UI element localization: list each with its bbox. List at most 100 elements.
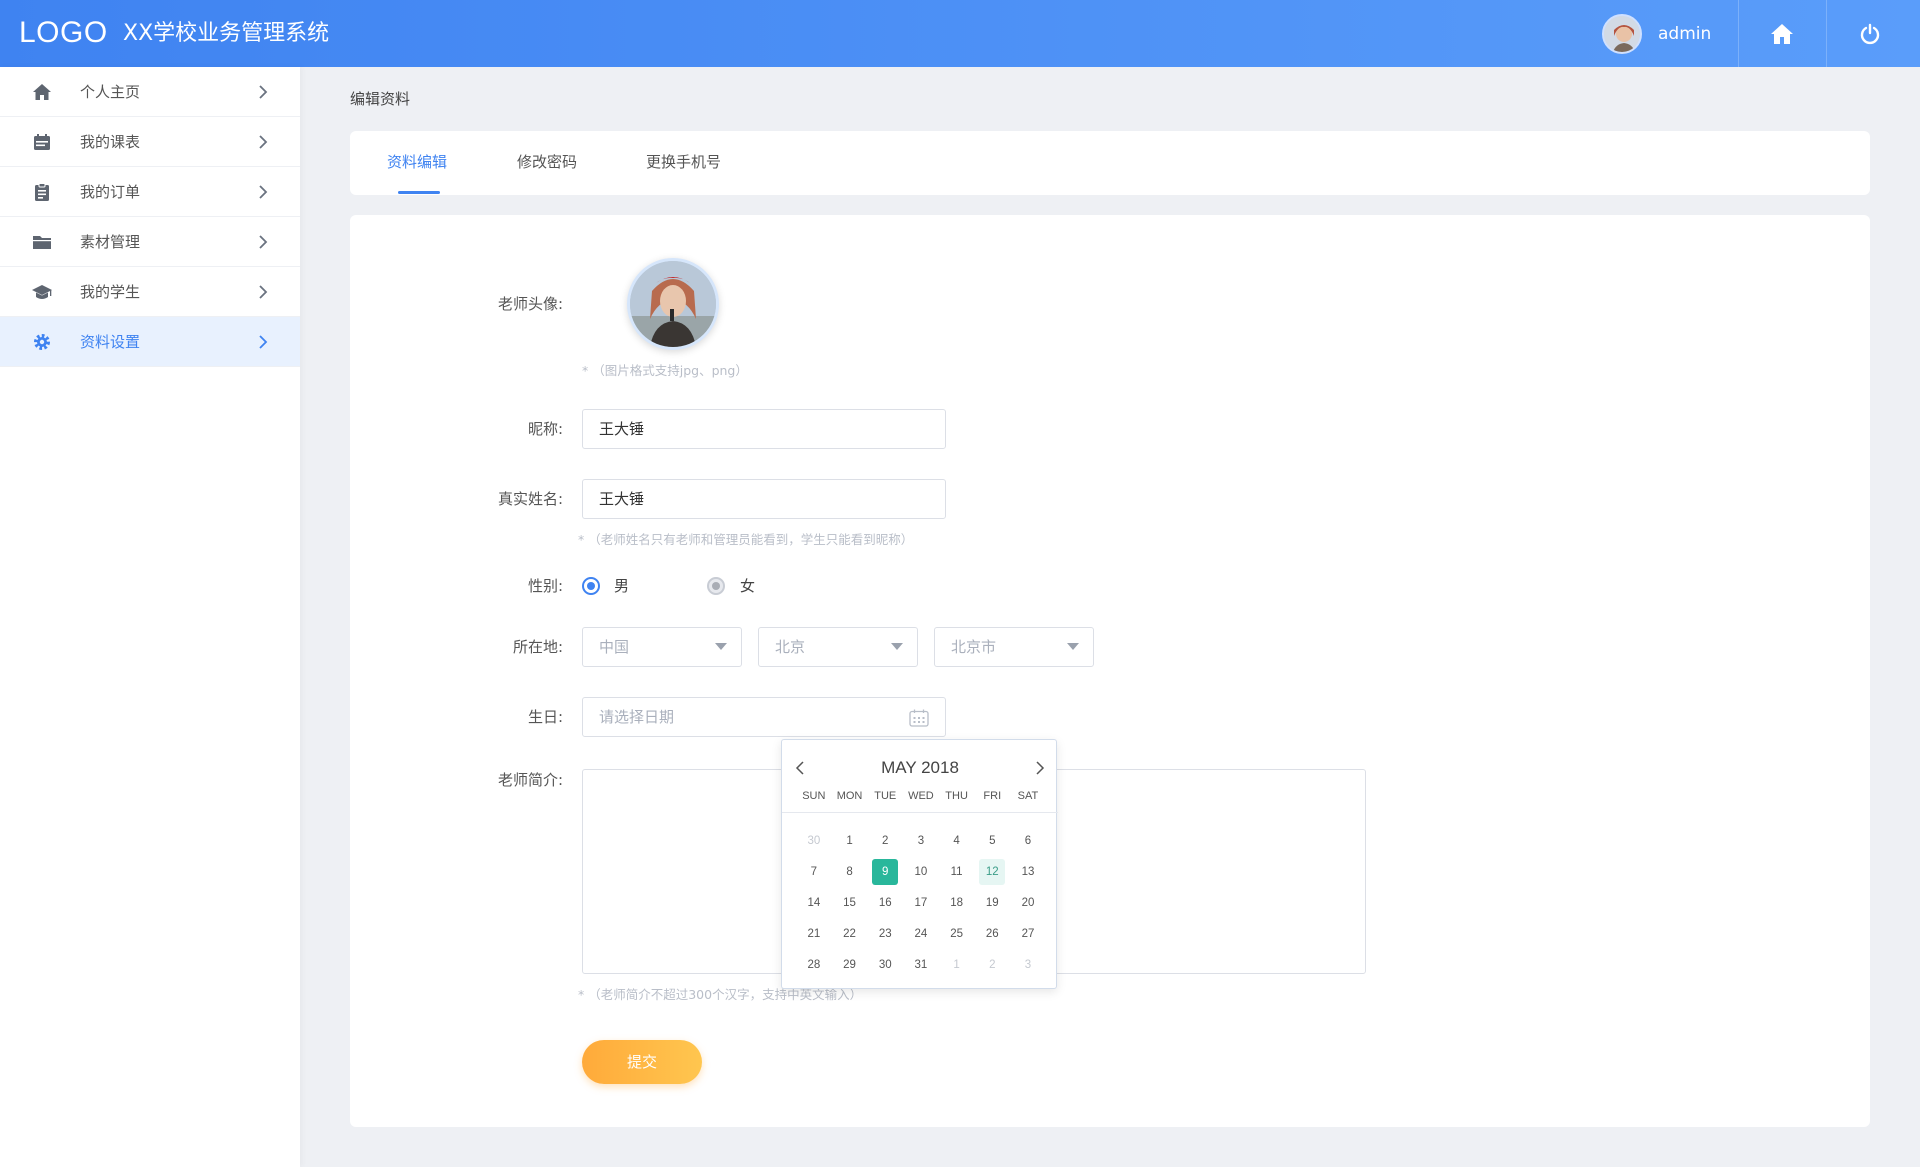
user-avatar[interactable] bbox=[1602, 14, 1642, 54]
chevron-right-icon bbox=[259, 185, 268, 199]
calendar-day-number: 31 bbox=[914, 958, 928, 971]
nickname-input[interactable]: 王大锤 bbox=[582, 409, 946, 449]
calendar-day-grid: 30 1 2 3 4 5 6 7 8 9 10 11 12 13 14 15 16 17 18 19 20 21 22 23 2… bbox=[796, 825, 1046, 980]
sidebar-item-profile-settings[interactable]: 资料设置 bbox=[0, 317, 300, 367]
city-select[interactable]: 北京市 bbox=[934, 627, 1094, 667]
province-select[interactable]: 北京 bbox=[758, 627, 918, 667]
calendar-day[interactable]: 20 bbox=[1010, 890, 1046, 916]
calendar-day[interactable]: 26 bbox=[974, 921, 1010, 947]
calendar-day-selected[interactable]: 9 bbox=[867, 858, 903, 885]
top-bar: LOGO XX学校业务管理系统 admin bbox=[0, 0, 1920, 67]
calendar-day[interactable]: 22 bbox=[832, 921, 868, 947]
calendar-day-number: 23 bbox=[878, 927, 892, 940]
date-picker-popup: MAY 2018 SUN MON TUE WED THU FRI SAT 30 1 2 3 4 5 6 7… bbox=[781, 739, 1058, 989]
calendar-day[interactable]: 28 bbox=[796, 952, 832, 978]
sidebar-item-label: 我的学生 bbox=[80, 283, 141, 301]
calendar-weekday-header: SUN MON TUE WED THU FRI SAT bbox=[796, 790, 1046, 802]
realname-input[interactable]: 王大锤 bbox=[582, 479, 946, 519]
country-value: 中国 bbox=[599, 638, 630, 656]
tab-change-phone[interactable]: 更换手机号 bbox=[646, 151, 721, 173]
sidebar-item-orders[interactable]: 我的订单 bbox=[0, 167, 300, 217]
calendar-day[interactable]: 19 bbox=[974, 890, 1010, 916]
calendar-day[interactable]: 2 bbox=[867, 828, 903, 854]
gear-icon bbox=[34, 334, 50, 350]
calendar-day[interactable]: 8 bbox=[832, 859, 868, 885]
calendar-day-number: 17 bbox=[914, 896, 928, 909]
calendar-day[interactable]: 23 bbox=[867, 921, 903, 947]
gender-female-label[interactable]: 女 bbox=[740, 575, 755, 597]
user-name[interactable]: admin bbox=[1658, 24, 1711, 44]
logout-button[interactable] bbox=[1826, 0, 1913, 67]
weekday-label: SAT bbox=[1017, 790, 1039, 802]
birthday-input[interactable]: 请选择日期 bbox=[582, 697, 946, 737]
gender-male-radio[interactable] bbox=[582, 577, 600, 595]
submit-button[interactable]: 提交 bbox=[582, 1040, 702, 1084]
calendar-day[interactable]: 17 bbox=[903, 890, 939, 916]
calendar-day-number: 18 bbox=[950, 896, 963, 909]
sidebar-item-schedule[interactable]: 我的课表 bbox=[0, 117, 300, 167]
calendar-week-row: 28 29 30 31 1 2 3 bbox=[796, 949, 1046, 980]
calendar-day[interactable]: 2 bbox=[974, 952, 1010, 978]
tab-edit-profile[interactable]: 资料编辑 bbox=[387, 151, 447, 173]
calendar-day[interactable]: 4 bbox=[939, 828, 975, 854]
chevron-right-icon[interactable] bbox=[1032, 760, 1048, 776]
calendar-day[interactable]: 18 bbox=[939, 890, 975, 916]
folder-icon bbox=[33, 236, 51, 249]
calendar-day-number: 20 bbox=[1021, 896, 1035, 909]
calendar-day-number: 15 bbox=[843, 896, 856, 909]
calendar-day-number: 9 bbox=[872, 858, 899, 885]
gender-label: 性别: bbox=[527, 577, 563, 595]
country-select[interactable]: 中国 bbox=[582, 627, 742, 667]
calendar-day[interactable]: 25 bbox=[939, 921, 975, 947]
avatar-format-hint: * （图片格式支持jpg、png） bbox=[582, 363, 748, 378]
home-button[interactable] bbox=[1738, 0, 1825, 67]
calendar-day[interactable]: 27 bbox=[1010, 921, 1046, 947]
user-menu[interactable]: admin bbox=[1602, 14, 1711, 54]
sidebar-item-materials[interactable]: 素材管理 bbox=[0, 217, 300, 267]
calendar-day-today[interactable]: 12 bbox=[974, 858, 1010, 885]
calendar-icon[interactable] bbox=[909, 709, 929, 727]
calendar-day[interactable]: 29 bbox=[832, 952, 868, 978]
calendar-day-number: 8 bbox=[846, 865, 853, 878]
calendar-day[interactable]: 11 bbox=[939, 859, 975, 885]
calendar-day[interactable]: 30 bbox=[796, 828, 832, 854]
calendar-day[interactable]: 24 bbox=[903, 921, 939, 947]
sidebar-item-students[interactable]: 我的学生 bbox=[0, 267, 300, 317]
calendar-day[interactable]: 1 bbox=[939, 952, 975, 978]
calendar-day[interactable]: 3 bbox=[903, 828, 939, 854]
calendar-day-number: 6 bbox=[1024, 834, 1032, 847]
chevron-right-icon bbox=[259, 135, 268, 149]
calendar-day[interactable]: 5 bbox=[974, 828, 1010, 854]
calendar-day[interactable]: 31 bbox=[903, 952, 939, 978]
calendar-day[interactable]: 14 bbox=[796, 890, 832, 916]
intro-label: 老师简介: bbox=[497, 771, 563, 789]
calendar-day-number: 11 bbox=[950, 865, 963, 878]
gender-male-label[interactable]: 男 bbox=[614, 575, 629, 597]
sidebar-item-label: 个人主页 bbox=[80, 83, 141, 101]
sidebar-item-home[interactable]: 个人主页 bbox=[0, 67, 300, 117]
weekday-label: MON bbox=[836, 790, 863, 802]
power-icon bbox=[1860, 23, 1880, 44]
gender-female-radio[interactable] bbox=[707, 577, 725, 595]
calendar-day[interactable]: 13 bbox=[1010, 859, 1046, 885]
calendar-day[interactable]: 1 bbox=[832, 828, 868, 854]
calendar-day-number: 5 bbox=[989, 834, 996, 847]
calendar-day[interactable]: 21 bbox=[796, 921, 832, 947]
calendar-day[interactable]: 30 bbox=[867, 952, 903, 978]
calendar-day[interactable]: 3 bbox=[1010, 952, 1046, 978]
calendar-day-number: 22 bbox=[843, 927, 856, 940]
tab-change-password[interactable]: 修改密码 bbox=[517, 151, 577, 173]
chevron-right-icon bbox=[259, 235, 268, 249]
calendar-day-number: 30 bbox=[807, 834, 821, 847]
calendar-day[interactable]: 7 bbox=[796, 859, 832, 885]
calendar-day[interactable]: 16 bbox=[867, 890, 903, 916]
calendar-day-number: 4 bbox=[953, 834, 960, 847]
calendar-day-number: 25 bbox=[950, 927, 963, 940]
realname-label: 真实姓名: bbox=[497, 490, 563, 508]
home-icon bbox=[33, 84, 51, 100]
calendar-day[interactable]: 6 bbox=[1010, 828, 1046, 854]
teacher-avatar[interactable] bbox=[627, 258, 719, 350]
calendar-day-number: 1 bbox=[846, 834, 853, 847]
calendar-day[interactable]: 15 bbox=[832, 890, 868, 916]
calendar-day[interactable]: 10 bbox=[903, 859, 939, 885]
